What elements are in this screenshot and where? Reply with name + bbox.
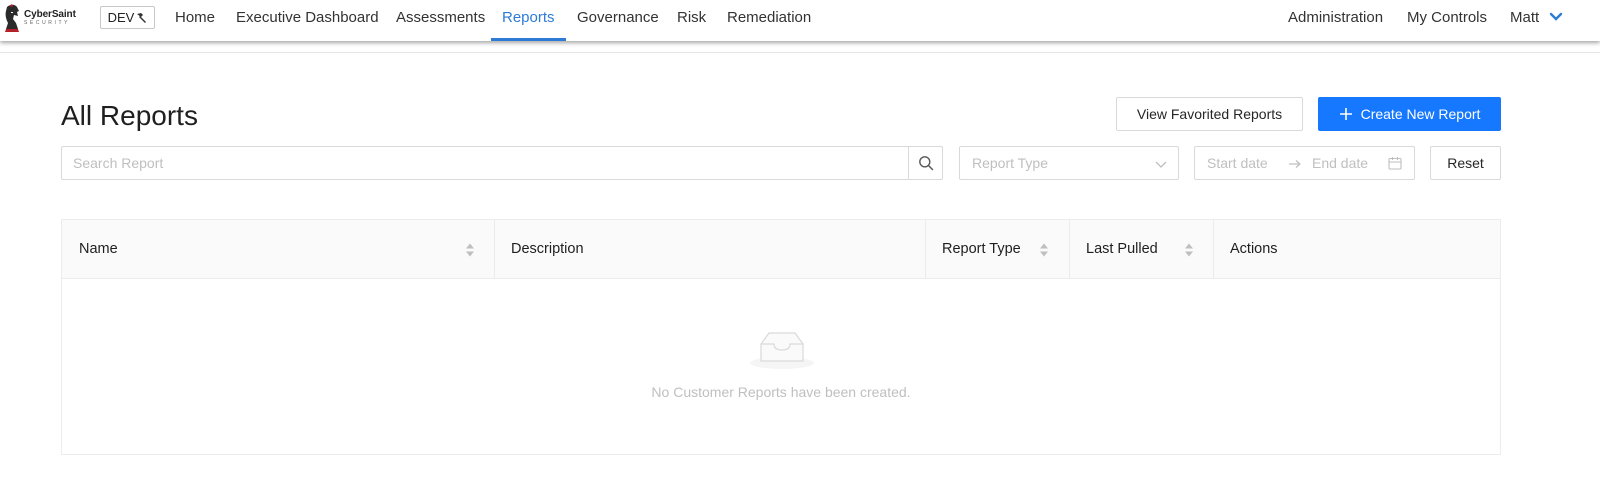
date-range-picker[interactable]: Start date End date [1194, 146, 1415, 180]
environment-badge: DEV [100, 6, 155, 29]
report-type-select[interactable]: Report Type [959, 146, 1179, 180]
page-divider [0, 52, 1600, 53]
empty-state-message: No Customer Reports have been created. [651, 384, 911, 400]
column-header-report-type[interactable]: Report Type [925, 220, 1069, 278]
environment-label: DEV [107, 10, 135, 25]
column-header-name[interactable]: Name [62, 220, 494, 278]
reports-table: Name Description Report Type Last Pulled… [61, 219, 1501, 455]
nav-item-assessments[interactable]: Assessments [396, 0, 485, 41]
search-button[interactable] [908, 146, 942, 180]
brand-name: CyberSaint [24, 9, 76, 20]
nav-item-remediation[interactable]: Remediation [727, 0, 811, 41]
top-navigation-bar: CyberSaint SECURITY DEV Home Executive D… [0, 0, 1600, 41]
table-header: Name Description Report Type Last Pulled… [62, 220, 1500, 279]
sort-icon[interactable] [1039, 242, 1049, 258]
nav-item-executive-dashboard[interactable]: Executive Dashboard [236, 0, 379, 41]
sort-icon[interactable] [465, 242, 475, 258]
chevron-down-icon [1155, 161, 1167, 168]
arrow-right-icon [1289, 160, 1301, 168]
nav-item-risk[interactable]: Risk [677, 0, 706, 41]
create-new-report-button[interactable]: Create New Report [1318, 97, 1501, 131]
search-icon [918, 156, 933, 171]
hammer-icon [137, 12, 147, 23]
reset-label: Reset [1447, 155, 1484, 171]
column-header-description: Description [511, 241, 584, 257]
nav-item-home[interactable]: Home [175, 0, 215, 41]
chevron-down-icon[interactable] [1549, 12, 1563, 22]
nav-item-reports[interactable]: Reports [491, 0, 565, 41]
page-title: All Reports [61, 100, 198, 131]
user-menu[interactable]: Matt [1510, 0, 1539, 41]
end-date-input[interactable]: End date [1312, 155, 1368, 171]
create-new-report-label: Create New Report [1360, 106, 1481, 122]
sort-icon[interactable] [1184, 242, 1194, 258]
nav-item-administration[interactable]: Administration [1288, 0, 1383, 41]
view-favorited-reports-label: View Favorited Reports [1136, 106, 1283, 122]
search-report-box [61, 146, 943, 180]
view-favorited-reports-button[interactable]: View Favorited Reports [1116, 97, 1303, 131]
start-date-input[interactable]: Start date [1207, 155, 1268, 171]
nav-item-governance[interactable]: Governance [577, 0, 659, 41]
brand-logo[interactable]: CyberSaint SECURITY [3, 3, 89, 33]
column-header-actions: Actions [1230, 241, 1278, 257]
empty-inbox-icon [750, 332, 814, 369]
reset-button[interactable]: Reset [1430, 146, 1501, 180]
nav-item-my-controls[interactable]: My Controls [1407, 0, 1487, 41]
knight-logo-icon [5, 4, 20, 32]
column-header-last-pulled[interactable]: Last Pulled [1069, 220, 1213, 278]
calendar-icon [1388, 157, 1402, 170]
search-input[interactable] [62, 147, 910, 179]
plus-icon [1339, 108, 1352, 120]
brand-tagline: SECURITY [24, 20, 71, 26]
report-type-placeholder: Report Type [972, 155, 1049, 171]
